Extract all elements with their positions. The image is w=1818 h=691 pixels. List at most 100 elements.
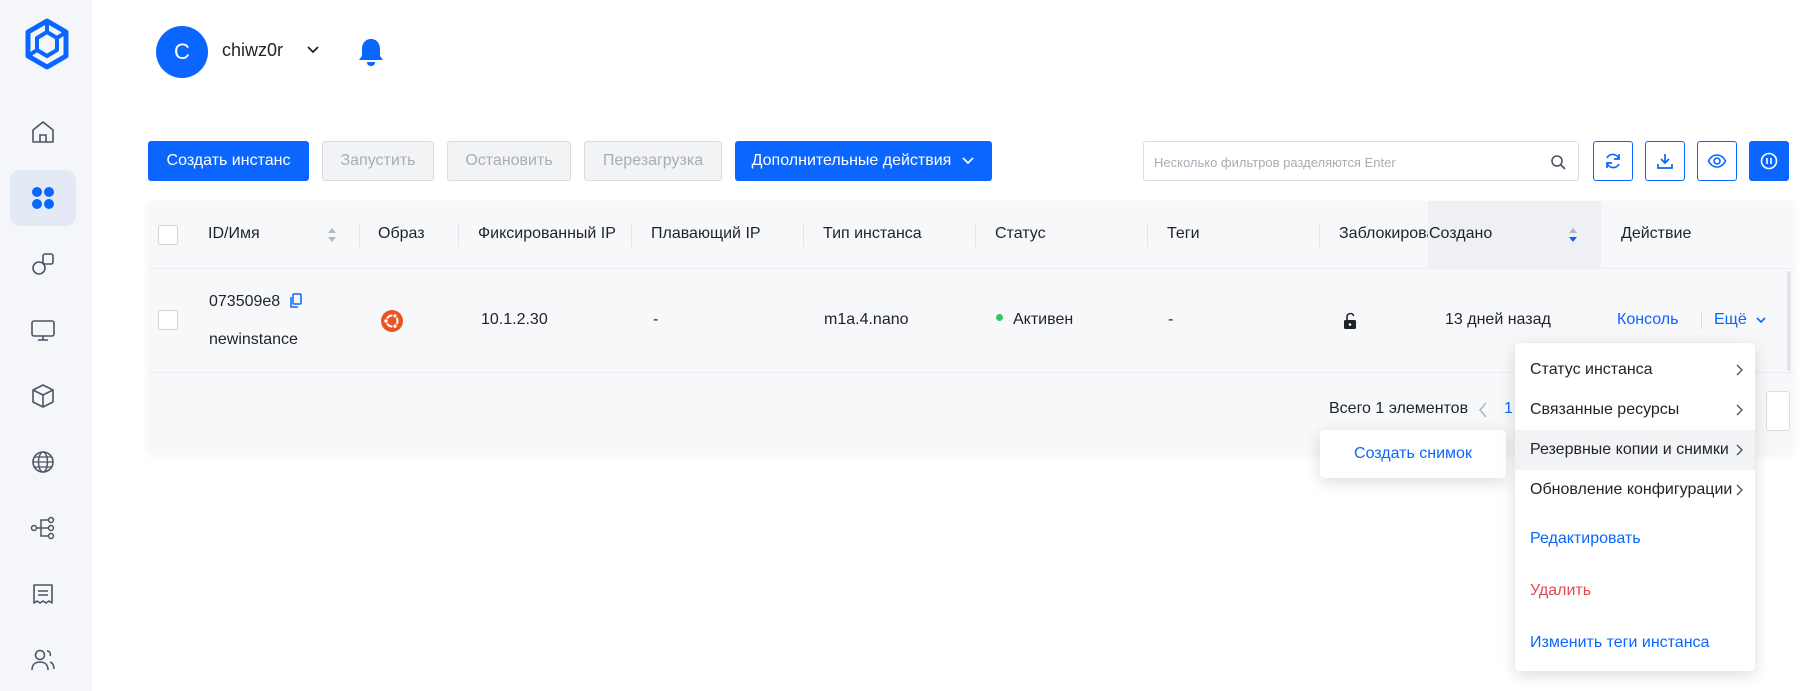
- create-snapshot-item[interactable]: Создать снимок: [1354, 445, 1472, 463]
- status-dot: [996, 314, 1003, 322]
- scrollbar[interactable]: [1787, 271, 1791, 371]
- tags: -: [1168, 311, 1174, 328]
- pagination-page[interactable]: 1: [1504, 400, 1513, 418]
- nav-topology[interactable]: [10, 500, 76, 556]
- instance-name: newinstance: [209, 331, 298, 348]
- refresh-icon: [1606, 153, 1620, 169]
- reboot-button[interactable]: Перезагрузка: [584, 141, 722, 181]
- menu-edit-tags[interactable]: Изменить теги инстанса: [1515, 617, 1755, 669]
- pause-icon: [1760, 152, 1778, 170]
- grid-icon: [32, 187, 54, 209]
- chevron-down-icon: [962, 157, 974, 165]
- more-label: Ещё: [1714, 311, 1747, 328]
- nav-users[interactable]: [10, 632, 76, 688]
- table-header: ID/Имя Образ Фиксированный IP Плавающий …: [148, 201, 1793, 269]
- cube-icon: [32, 384, 54, 408]
- select-all-checkbox[interactable]: [158, 225, 178, 245]
- search-icon[interactable]: [1550, 154, 1566, 170]
- nav-containers[interactable]: [10, 236, 76, 292]
- nav-desktop[interactable]: [10, 302, 76, 358]
- home-icon: [32, 121, 54, 143]
- sort-icon[interactable]: [327, 226, 337, 244]
- logo-icon: [25, 18, 69, 70]
- column-divider: [803, 223, 804, 247]
- column-divider: [975, 223, 976, 247]
- col-locked: Заблокирован: [1339, 225, 1428, 242]
- menu-item-label: Резервные копии и снимки: [1530, 441, 1729, 458]
- col-fixed-ip: Фиксированный IP: [478, 225, 616, 242]
- receipt-icon: [33, 584, 53, 604]
- username[interactable]: chiwz0r: [222, 40, 283, 61]
- menu-edit[interactable]: Редактировать: [1515, 513, 1755, 565]
- shapes-icon: [32, 253, 54, 275]
- menu-related-resources[interactable]: Связанные ресурсы: [1515, 390, 1755, 430]
- more-actions-button[interactable]: Дополнительные действия: [735, 141, 992, 181]
- column-divider: [359, 223, 360, 247]
- fixed-ip: 10.1.2.30: [481, 311, 548, 328]
- chevron-right-icon: [1736, 444, 1743, 456]
- pause-button[interactable]: [1749, 141, 1789, 181]
- created: 13 дней назад: [1445, 311, 1551, 328]
- globe-icon: [32, 451, 54, 473]
- col-flavor: Тип инстанса: [823, 225, 922, 242]
- page-size-select[interactable]: [1766, 391, 1790, 431]
- monitor-icon: [31, 320, 55, 341]
- col-tags: Теги: [1167, 225, 1200, 242]
- nav-home[interactable]: [10, 104, 76, 160]
- chevron-down-icon[interactable]: [305, 42, 321, 58]
- eye-icon: [1707, 154, 1727, 168]
- refresh-button[interactable]: [1593, 141, 1633, 181]
- chevron-right-icon: [1736, 484, 1743, 496]
- more-actions-menu: Статус инстанса Связанные ресурсы Резерв…: [1515, 343, 1755, 671]
- col-floating-ip: Плавающий IP: [651, 225, 761, 242]
- col-id-name[interactable]: ID/Имя: [208, 225, 260, 243]
- column-visibility-button[interactable]: [1697, 141, 1737, 181]
- chevron-down-icon: [1756, 317, 1766, 323]
- menu-item-label: Статус инстанса: [1530, 361, 1653, 378]
- status-text: Активен: [1013, 311, 1074, 328]
- col-status: Статус: [995, 225, 1046, 242]
- more-dropdown-trigger[interactable]: Ещё: [1714, 311, 1767, 329]
- create-instance-button[interactable]: Создать инстанс: [148, 141, 309, 181]
- menu-delete[interactable]: Удалить: [1515, 565, 1755, 617]
- chevron-left-icon[interactable]: [1476, 401, 1490, 419]
- copy-icon[interactable]: [289, 293, 303, 309]
- sidebar: [0, 0, 92, 691]
- column-divider: [458, 223, 459, 247]
- row-checkbox[interactable]: [158, 310, 178, 330]
- col-action: Действие: [1621, 225, 1692, 242]
- menu-config-update[interactable]: Обновление конфигурации: [1515, 470, 1755, 510]
- status: Активен: [996, 311, 1073, 329]
- menu-instance-status[interactable]: Статус инстанса: [1515, 350, 1755, 390]
- menu-backups-snapshots[interactable]: Резервные копии и снимки: [1515, 430, 1755, 470]
- column-divider: [1147, 223, 1148, 247]
- menu-item-label: Связанные ресурсы: [1530, 401, 1680, 418]
- flavor: m1a.4.nano: [824, 311, 909, 328]
- nav-compute[interactable]: [10, 170, 76, 226]
- sort-desc-icon[interactable]: [1568, 226, 1578, 244]
- col-created[interactable]: Создано: [1429, 225, 1492, 243]
- search-box[interactable]: [1143, 141, 1579, 181]
- col-image: Образ: [378, 225, 425, 242]
- column-divider: [631, 223, 632, 247]
- menu-item-label: Обновление конфигурации: [1530, 481, 1733, 498]
- nav-network[interactable]: [10, 434, 76, 490]
- users-icon: [31, 649, 55, 671]
- nav-billing[interactable]: [10, 566, 76, 622]
- tree-icon: [30, 516, 55, 540]
- nav-storage[interactable]: [10, 368, 76, 424]
- floating-ip: -: [653, 311, 659, 328]
- instance-id[interactable]: 073509e8: [209, 293, 280, 311]
- start-button[interactable]: Запустить: [322, 141, 434, 181]
- pagination-total: Всего 1 элементов: [1329, 400, 1469, 417]
- download-icon: [1657, 154, 1673, 169]
- bell-icon[interactable]: [356, 36, 386, 68]
- snapshot-submenu: Создать снимок: [1320, 430, 1506, 478]
- console-link[interactable]: Консоль: [1617, 311, 1678, 329]
- avatar[interactable]: C: [156, 26, 208, 78]
- action-divider: [1701, 311, 1702, 329]
- search-input[interactable]: [1154, 151, 1534, 173]
- download-button[interactable]: [1645, 141, 1685, 181]
- ubuntu-icon: [381, 310, 403, 332]
- stop-button[interactable]: Остановить: [447, 141, 571, 181]
